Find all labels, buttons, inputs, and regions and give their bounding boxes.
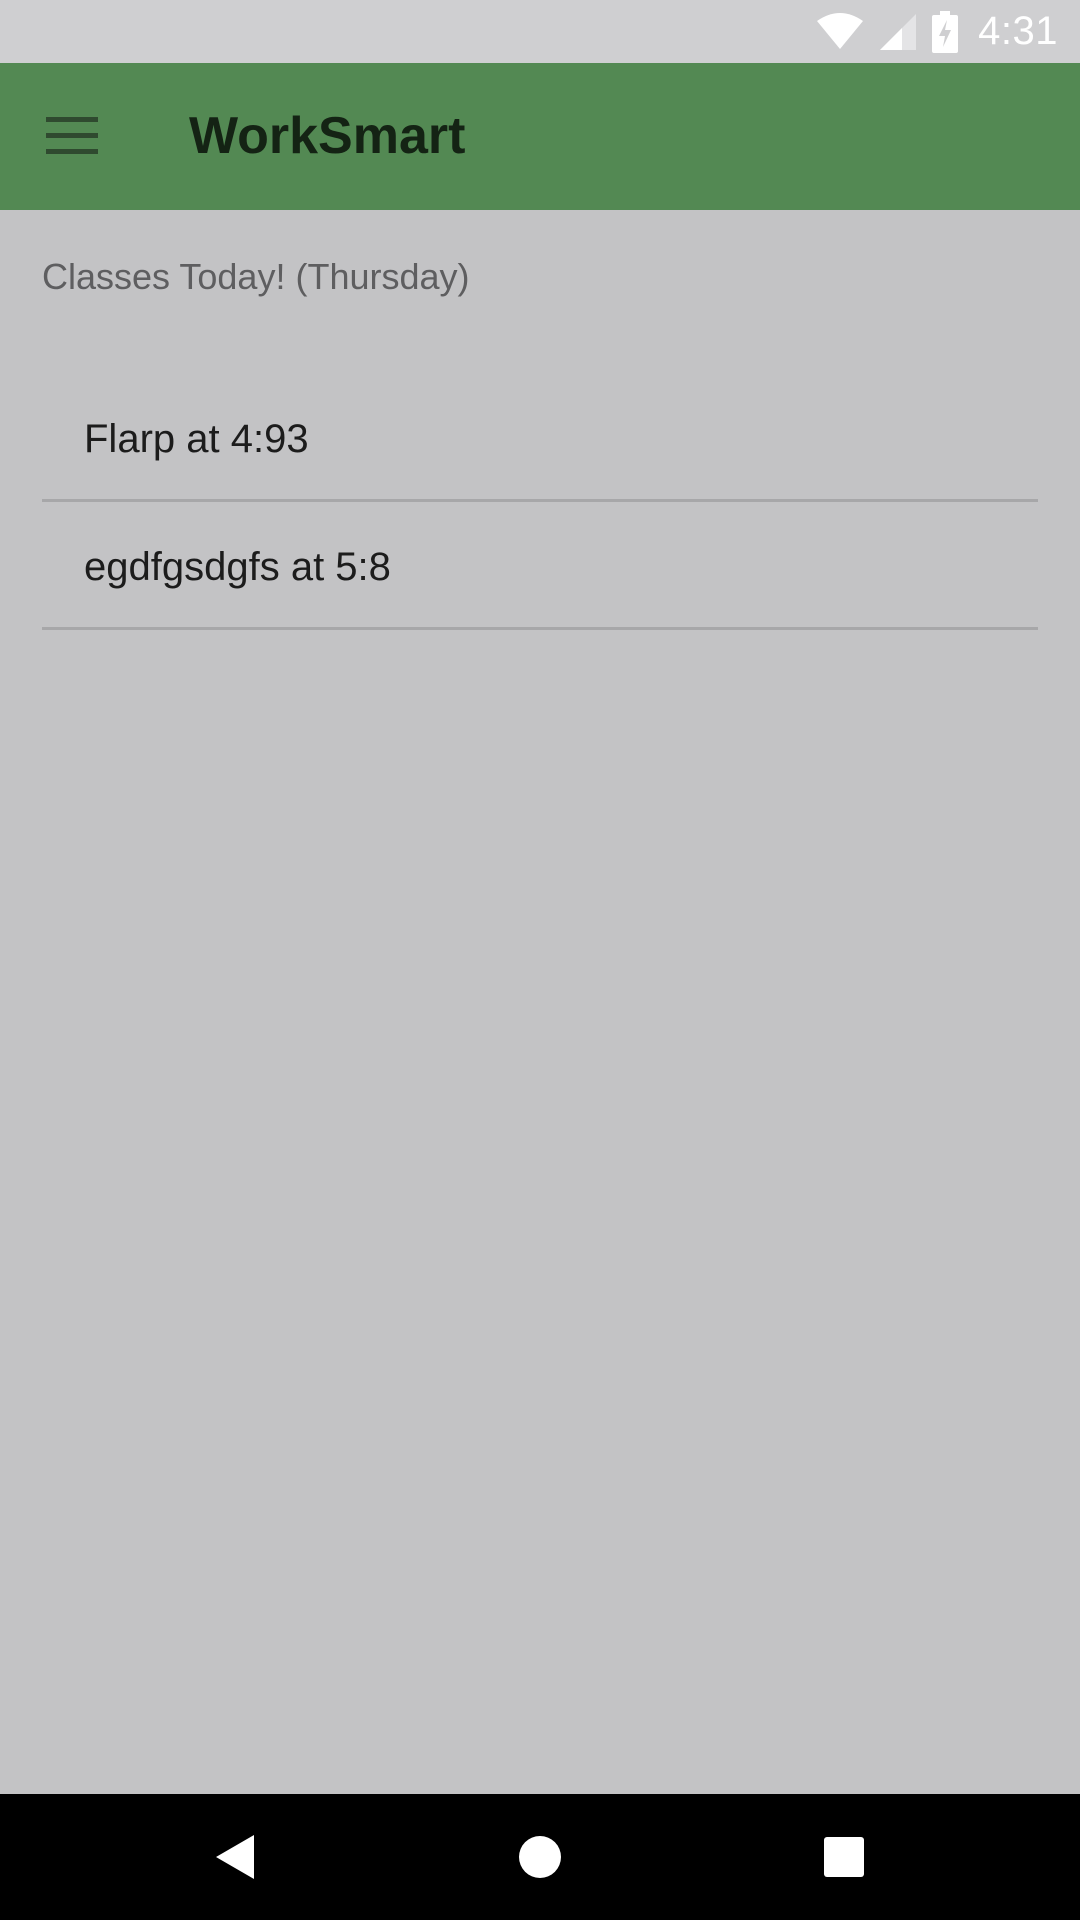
back-button[interactable]: [186, 1807, 286, 1907]
section-header: Classes Today! (Thursday): [42, 256, 470, 297]
recents-button[interactable]: [794, 1807, 894, 1907]
menu-button[interactable]: [24, 88, 120, 184]
class-list: Flarp at 4:93 egdfgsdgfs at 5:8: [42, 374, 1038, 630]
app-bar: WorkSmart: [0, 63, 1080, 210]
home-button[interactable]: [490, 1807, 590, 1907]
status-bar: 4:31: [0, 0, 1080, 63]
signal-icon: [880, 13, 917, 50]
list-item[interactable]: Flarp at 4:93: [42, 374, 1038, 502]
app-title: WorkSmart: [189, 107, 466, 165]
navigation-bar: [0, 1794, 1080, 1920]
screen: 4:31 WorkSmart Classes Today! (Thursday)…: [0, 0, 1080, 1920]
battery-charging-icon: [932, 10, 959, 53]
status-time: 4:31: [978, 9, 1058, 53]
class-item-label: Flarp at 4:93: [84, 417, 309, 461]
back-icon: [216, 1835, 254, 1879]
class-item-label: egdfgsdgfs at 5:8: [84, 545, 391, 589]
list-item[interactable]: egdfgsdgfs at 5:8: [42, 502, 1038, 630]
hamburger-menu-icon: [46, 117, 98, 154]
wifi-icon: [817, 12, 864, 49]
recents-icon: [824, 1837, 864, 1877]
status-icons: 4:31: [816, 0, 1058, 63]
home-icon: [519, 1836, 561, 1878]
